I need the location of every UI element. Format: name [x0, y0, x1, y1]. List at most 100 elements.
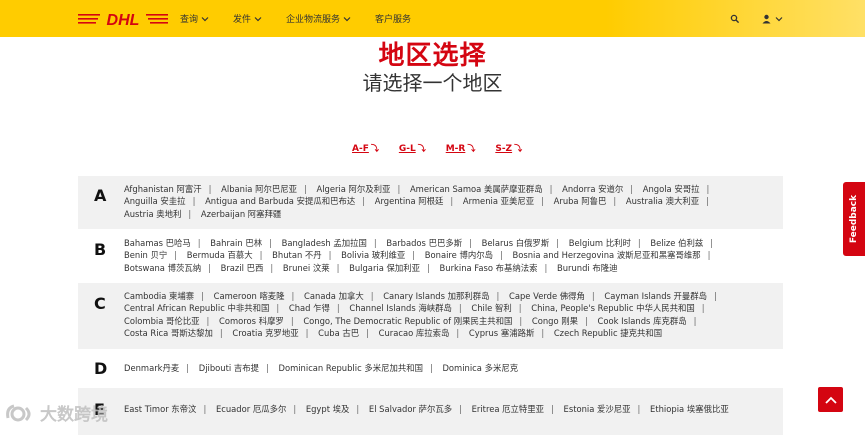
country-link[interactable]: Dominican Republic 多米尼加共和国 — [279, 363, 423, 373]
country-link[interactable]: Chad 乍得 — [289, 303, 330, 313]
country-link[interactable]: Bahamas 巴哈马 — [124, 238, 191, 248]
country-link[interactable]: Canada 加拿大 — [304, 291, 364, 301]
separator: | — [174, 250, 178, 261]
country-link[interactable]: Armenia 亚美尼亚 — [463, 196, 534, 206]
country-link[interactable]: Barbados 巴巴多斯 — [386, 238, 462, 248]
country-link[interactable]: Congo 刚果 — [532, 316, 578, 326]
country-link[interactable]: Burundi 布隆迪 — [557, 263, 618, 273]
country-link[interactable]: Canary Islands 加那利群岛 — [383, 291, 489, 301]
section-letter: C — [94, 294, 106, 313]
feedback-tab[interactable]: Feedback — [843, 182, 865, 256]
country-link[interactable]: Aruba 阿鲁巴 — [554, 196, 607, 206]
jump-link-g-l[interactable]: G-L ⤵ — [399, 143, 426, 154]
separator: | — [366, 328, 369, 339]
country-link[interactable]: Cameroon 喀麦隆 — [214, 291, 285, 301]
jump-arrow-icon: ⤵ — [370, 144, 379, 153]
country-link[interactable]: Bolivia 玻利维亚 — [341, 250, 405, 260]
feedback-label: Feedback — [849, 194, 859, 244]
country-link[interactable]: El Salvador 萨尔瓦多 — [369, 404, 452, 414]
country-link[interactable]: Bangladesh 孟加拉国 — [282, 238, 367, 248]
separator: | — [336, 303, 340, 314]
country-link[interactable]: Belize 伯利兹 — [650, 238, 703, 248]
nav-ship[interactable]: 发件 — [233, 12, 262, 25]
separator: | — [427, 262, 430, 273]
user-menu[interactable] — [762, 14, 783, 24]
country-link[interactable]: Belgium 比利时 — [569, 238, 631, 248]
country-link[interactable]: Czech Republic 捷克共和国 — [554, 328, 662, 338]
country-link[interactable]: Colombia 哥伦比亚 — [124, 316, 200, 326]
jump-link-a-f[interactable]: A-F ⤵ — [352, 143, 379, 154]
country-link[interactable]: Argentina 阿根廷 — [375, 196, 444, 206]
country-link[interactable]: Anguilla 安圭拉 — [124, 196, 186, 206]
country-link[interactable]: Bermuda 百慕大 — [187, 250, 253, 260]
country-link[interactable]: Eritrea 厄立特里亚 — [472, 404, 544, 414]
country-link[interactable]: Antigua and Barbuda 安提瓜和巴布达 — [205, 196, 355, 206]
country-link[interactable]: Dominica 多米尼克 — [442, 363, 518, 373]
country-link[interactable]: American Samoa 美属萨摩亚群岛 — [410, 184, 543, 194]
country-link[interactable]: Cyprus 塞浦路斯 — [469, 328, 534, 338]
jump-link-s-z[interactable]: S-Z ⤵ — [495, 143, 522, 154]
separator: | — [370, 291, 374, 301]
separator: | — [412, 250, 416, 261]
separator: | — [500, 250, 503, 261]
country-link[interactable]: Denmark丹麦 — [124, 363, 179, 373]
country-link[interactable]: Cambodia 柬埔寨 — [124, 291, 194, 301]
country-link[interactable]: Comoros 科摩罗 — [219, 316, 284, 326]
country-link[interactable]: Egypt 埃及 — [306, 404, 350, 414]
country-link[interactable]: Brazil 巴西 — [221, 263, 264, 273]
nav-logistics[interactable]: 企业物流服务 — [286, 12, 351, 25]
country-link[interactable]: Estonia 爱沙尼亚 — [564, 404, 631, 414]
country-link[interactable]: Costa Rica 哥斯达黎加 — [124, 328, 213, 338]
country-link[interactable]: Congo, The Democratic Republic of 刚果民主共和… — [303, 316, 512, 326]
separator: | — [591, 291, 595, 301]
country-link[interactable]: Bosnia and Herzegovina 波斯尼亚和黑塞哥维那 — [513, 250, 701, 260]
country-link[interactable]: Azerbaijan 阿塞拜疆 — [201, 209, 281, 219]
country-link[interactable]: Central African Republic 中非共和国 — [124, 303, 269, 313]
country-link[interactable]: Djibouti 吉布提 — [199, 363, 259, 373]
country-link[interactable]: Cuba 古巴 — [318, 328, 359, 338]
country-link[interactable]: Channel Islands 海峡群岛 — [349, 303, 452, 313]
country-link[interactable]: Benin 贝宁 — [124, 250, 167, 260]
country-link[interactable]: Bulgaria 保加利亚 — [349, 263, 420, 273]
country-link[interactable]: Australia 澳大利亚 — [626, 196, 699, 206]
country-link[interactable]: Cayman Islands 开曼群岛 — [604, 291, 707, 301]
country-link[interactable]: Bahrain 巴林 — [210, 238, 262, 248]
separator: | — [186, 363, 190, 373]
country-link[interactable]: Angola 安哥拉 — [643, 184, 700, 194]
nav-track[interactable]: 查询 — [180, 12, 209, 25]
country-link[interactable]: Cook Islands 库克群岛 — [598, 316, 687, 326]
country-link[interactable]: Chile 智利 — [471, 303, 511, 313]
country-link[interactable]: Cape Verde 佛得角 — [509, 291, 585, 301]
country-link[interactable]: Curacao 库拉索岛 — [379, 328, 450, 338]
country-link[interactable]: Botswana 博茨瓦纳 — [124, 263, 201, 273]
country-link[interactable]: Ethiopia 埃塞俄比亚 — [650, 404, 729, 414]
section-letter: A — [94, 186, 107, 205]
separator: | — [293, 404, 297, 414]
country-link[interactable]: Ecuador 厄瓜多尔 — [216, 404, 286, 414]
section-letter: D — [94, 359, 108, 378]
country-link[interactable]: Belarus 白俄罗斯 — [482, 238, 550, 248]
country-link[interactable]: Bhutan 不丹 — [272, 250, 322, 260]
jump-link-m-r[interactable]: M-R ⤵ — [446, 143, 476, 154]
country-link[interactable]: Albania 阿尔巴尼亚 — [221, 184, 297, 194]
country-link[interactable]: East Timor 东帝汶 — [124, 404, 196, 414]
country-link[interactable]: Austria 奥地利 — [124, 209, 181, 219]
separator: | — [397, 184, 401, 194]
country-list: East Timor 东帝汶 | Ecuador 厄瓜多尔 | Egypt 埃及 | … — [124, 403, 743, 415]
nav-customer-service[interactable]: 客户服务 — [375, 12, 411, 25]
dhl-logo[interactable]: DHL — [78, 11, 168, 27]
separator: | — [450, 196, 454, 207]
separator: | — [469, 238, 472, 248]
country-link[interactable]: Algeria 阿尔及利亚 — [316, 184, 390, 194]
search-icon[interactable] — [730, 14, 740, 24]
country-link[interactable]: Bonaire 博内尔岛 — [425, 250, 493, 260]
country-link[interactable]: Brunei 汶莱 — [283, 263, 330, 273]
country-link[interactable]: Burkina Faso 布基纳法索 — [440, 263, 538, 273]
country-link[interactable]: Afghanistan 阿富汗 — [124, 184, 202, 194]
back-to-top-button[interactable] — [818, 387, 843, 412]
country-link[interactable]: Croatia 克罗地亚 — [232, 328, 298, 338]
chevron-down-icon — [201, 16, 209, 21]
country-link[interactable]: Andorra 安道尔 — [562, 184, 623, 194]
jump-arrow-icon: ⤵ — [417, 144, 426, 153]
country-link[interactable]: China, People's Republic 中华人民共和国 — [531, 303, 694, 313]
